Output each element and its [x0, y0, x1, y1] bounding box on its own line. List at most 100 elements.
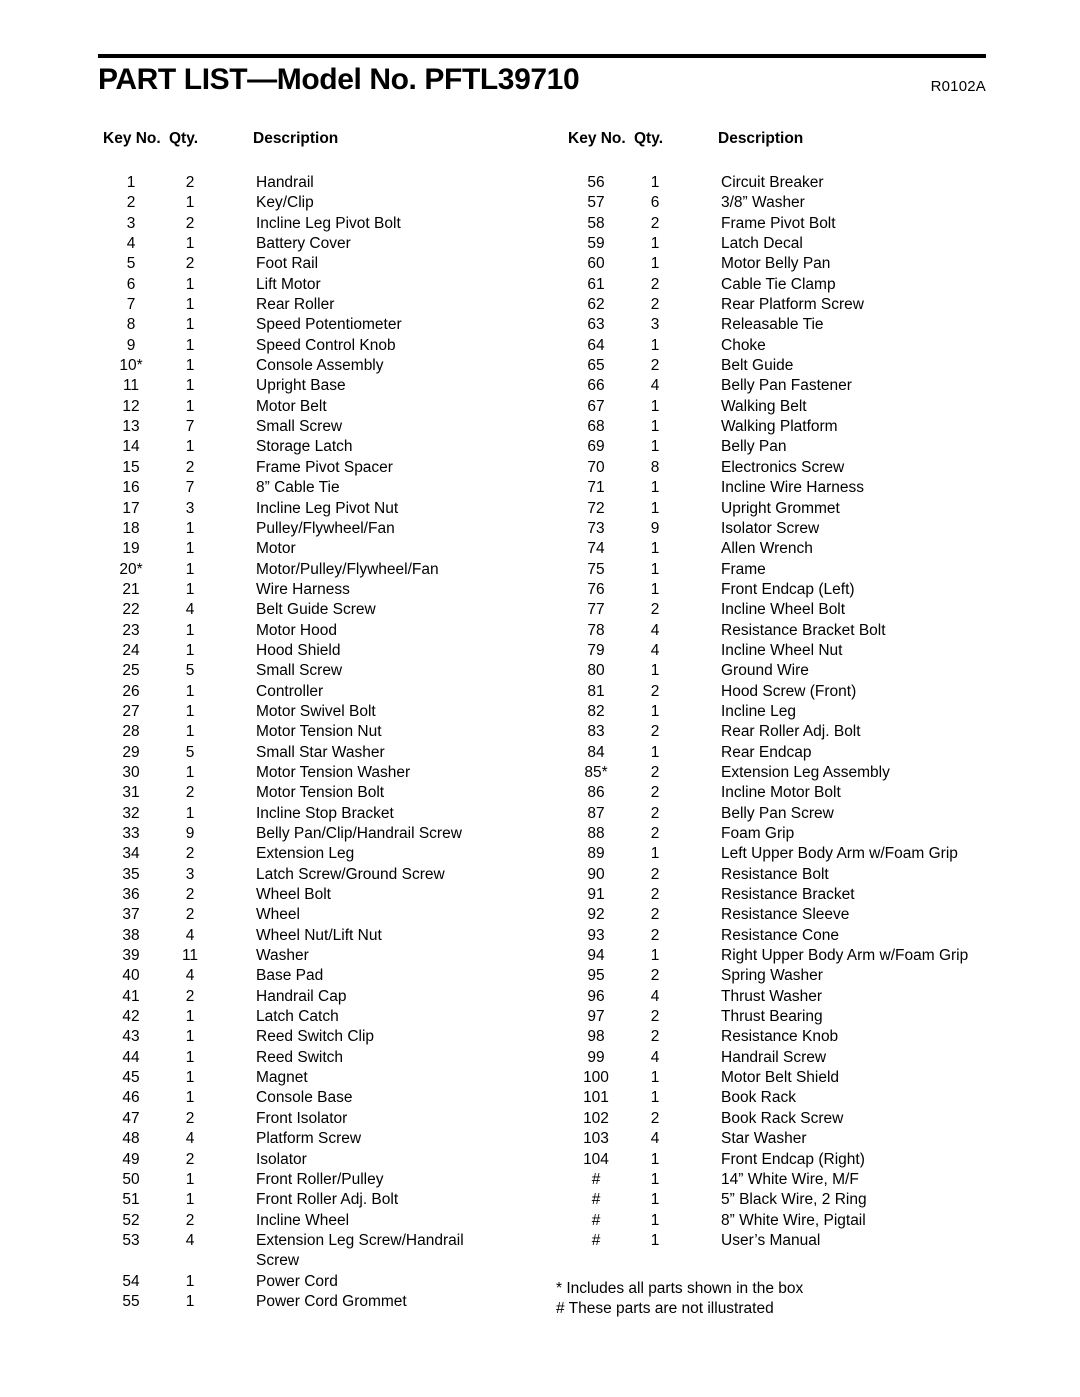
- cell-key-no: 16: [122, 479, 140, 497]
- cell-key-no: 48: [122, 1130, 140, 1148]
- table-row: 82 1 Incline Leg: [568, 702, 1018, 722]
- cell-description: Ground Wire: [721, 662, 809, 680]
- table-row: 92 2 Resistance Sleeve: [568, 905, 1018, 925]
- cell-description: Wire Harness: [256, 580, 350, 598]
- table-row: 95 2 Spring Washer: [568, 966, 1018, 986]
- cell-qty: 2: [650, 682, 660, 700]
- cell-qty: 4: [650, 1130, 660, 1148]
- cell-key-no: 4: [126, 235, 136, 253]
- cell-description: Frame: [721, 560, 766, 578]
- cell-key-no: 21: [122, 580, 140, 598]
- table-row: 3 2 Incline Leg Pivot Bolt: [103, 214, 563, 234]
- cell-description: Belt Guide: [721, 357, 794, 375]
- cell-qty: 8: [650, 458, 660, 476]
- table-row: 22 4 Belt Guide Screw: [103, 600, 563, 620]
- table-row: 90 2 Resistance Bolt: [568, 865, 1018, 885]
- cell-description: Spring Washer: [721, 967, 823, 985]
- cell-description: 3/8” Washer: [721, 194, 805, 212]
- cell-description: 5” Black Wire, 2 Ring: [721, 1191, 867, 1209]
- cell-description: Foam Grip: [721, 825, 795, 842]
- cell-description: Belly Pan Screw: [721, 804, 834, 822]
- cell-qty: 1: [185, 438, 195, 456]
- cell-description: Reed Switch Clip: [256, 1028, 375, 1046]
- cell-description: Front Endcap (Left): [721, 580, 855, 598]
- table-row: 61 2 Cable Tie Clamp: [568, 275, 1018, 295]
- cell-description: Resistance Cone: [721, 926, 840, 944]
- cell-qty: 4: [650, 987, 660, 1005]
- table-row: 11 1 Upright Base: [103, 376, 563, 396]
- cell-description: Speed Potentiometer: [256, 316, 402, 334]
- cell-key-no: 100: [583, 1069, 609, 1087]
- table-row: 80 1 Ground Wire: [568, 661, 1018, 681]
- cell-qty: 2: [650, 1109, 660, 1127]
- table-row: 103 4 Star Washer: [568, 1129, 1018, 1149]
- footnote-line: * Includes all parts shown in the box: [556, 1280, 804, 1297]
- cell-qty: 1: [650, 743, 660, 761]
- cell-qty: 4: [650, 377, 660, 395]
- header-description-left: Description: [253, 130, 339, 147]
- cell-key-no: 52: [122, 1211, 140, 1229]
- cell-description: Isolator Screw: [721, 519, 820, 537]
- cell-qty: 1: [650, 947, 660, 965]
- cell-qty: 2: [185, 987, 195, 1005]
- table-row: 50 1 Front Roller/Pulley: [103, 1170, 563, 1190]
- cell-qty: 2: [650, 1008, 660, 1026]
- cell-qty: 2: [185, 174, 195, 191]
- cell-key-no: 1: [126, 174, 136, 191]
- cell-qty: 6: [650, 194, 660, 212]
- page-title: PART LIST—Model No. PFTL39710: [98, 63, 580, 96]
- cell-qty: 2: [185, 906, 195, 924]
- cell-qty: 1: [650, 540, 660, 558]
- cell-key-no: 63: [587, 316, 605, 334]
- cell-qty: 9: [185, 825, 195, 842]
- table-row: 2 1 Key/Clip: [103, 193, 563, 213]
- cell-key-no: 90: [587, 865, 605, 883]
- cell-qty: 7: [185, 418, 195, 436]
- cell-description: Incline Wire Harness: [721, 479, 864, 497]
- cell-key-no: 77: [587, 601, 605, 619]
- cell-description: Latch Catch: [256, 1008, 339, 1026]
- cell-qty: 1: [650, 1211, 660, 1229]
- table-row: 74 1 Allen Wrench: [568, 539, 1018, 559]
- cell-qty: 2: [650, 296, 660, 314]
- cell-description: Book Rack: [721, 1089, 796, 1107]
- cell-description: Handrail Screw: [721, 1048, 827, 1066]
- cell-key-no: 66: [587, 377, 605, 395]
- cell-key-no: 81: [587, 682, 605, 700]
- table-row: 24 1 Hood Shield: [103, 641, 563, 661]
- cell-key-no: 82: [587, 702, 605, 720]
- cell-key-no: 35: [122, 865, 140, 883]
- table-row: 53 4 Extension Leg Screw/Handrail: [103, 1231, 563, 1251]
- table-row: 63 3 Releasable Tie: [568, 315, 1018, 335]
- cell-qty: 2: [185, 784, 195, 802]
- cell-key-no: 10*: [119, 357, 143, 375]
- cell-key-no: 59: [587, 235, 605, 253]
- cell-key-no: 33: [122, 825, 140, 842]
- table-row: 89 1 Left Upper Body Arm w/Foam Grip: [568, 844, 1018, 864]
- footnote-line: # These parts are not illustrated: [556, 1300, 774, 1318]
- table-row: 29 5 Small Star Washer: [103, 743, 563, 763]
- table-row: 20* 1 Motor/Pulley/Flywheel/Fan: [103, 560, 563, 580]
- cell-key-no: 49: [122, 1150, 140, 1168]
- cell-key-no: 53: [122, 1231, 140, 1249]
- cell-key-no: #: [591, 1231, 601, 1249]
- header-description-right: Description: [718, 130, 804, 147]
- table-row: 27 1 Motor Swivel Bolt: [103, 702, 563, 722]
- cell-description: 8” White Wire, Pigtail: [721, 1211, 866, 1229]
- cell-description: Star Washer: [721, 1130, 807, 1148]
- cell-key-no: 72: [587, 499, 605, 517]
- cell-qty: 4: [650, 621, 660, 639]
- cell-description: 14” White Wire, M/F: [721, 1170, 859, 1188]
- cell-description: Incline Wheel: [256, 1211, 350, 1229]
- cell-qty: 1: [650, 1170, 660, 1188]
- cell-key-no: 51: [122, 1191, 140, 1209]
- cell-key-no: 40: [122, 967, 140, 985]
- cell-qty: 1: [650, 702, 660, 720]
- table-row: 76 1 Front Endcap (Left): [568, 580, 1018, 600]
- cell-qty: 1: [650, 560, 660, 578]
- cell-description: Lift Motor: [256, 275, 321, 293]
- cell-qty: 2: [185, 1150, 195, 1168]
- cell-description: Hood Shield: [256, 641, 341, 659]
- table-row: 70 8 Electronics Screw: [568, 458, 1018, 478]
- header-qty-right: Qty.: [634, 130, 663, 147]
